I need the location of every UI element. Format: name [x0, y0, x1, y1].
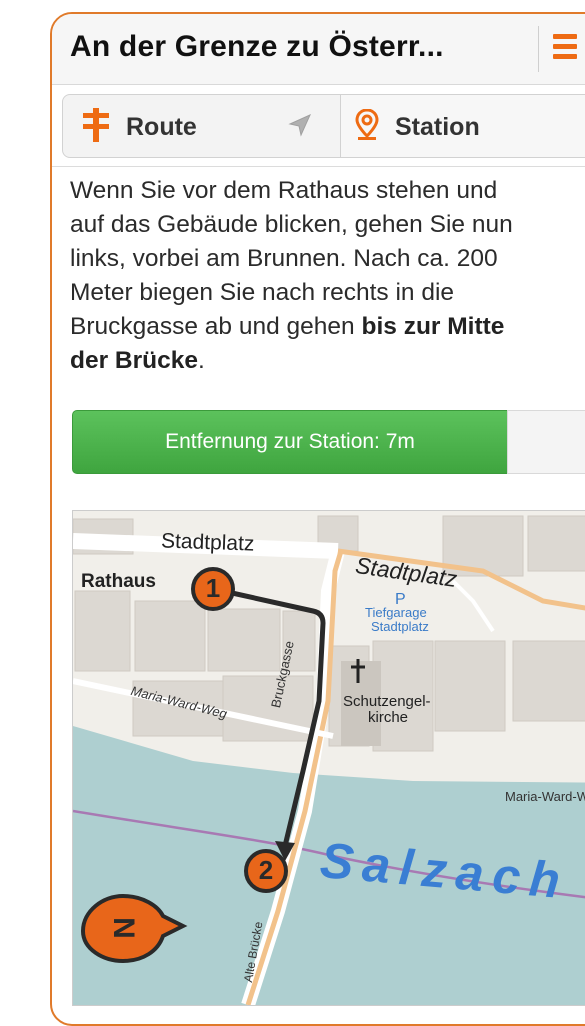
- start-marker-label: 1: [205, 573, 221, 603]
- map-label-tiefgarage: Tiefgarage: [365, 605, 427, 620]
- description-text: Bruckgasse ab und gehen: [70, 313, 362, 340]
- description-line: Bruckgasse ab und gehen bis zur Mitte: [70, 310, 585, 344]
- description-line: der Brücke.: [70, 344, 585, 378]
- distance-indicator-track: [507, 410, 585, 474]
- tab-station-label: Station: [395, 113, 480, 141]
- description-line: Meter biegen Sie nach rechts in die: [70, 279, 455, 306]
- divider: [52, 166, 585, 167]
- location-pin-icon: [355, 109, 379, 140]
- station-description: Wenn Sie vor dem Rathaus stehen und auf …: [70, 174, 585, 378]
- compass-label: N: [107, 917, 140, 939]
- description-line: links, vorbei am Brunnen. Nach ca. 200: [70, 245, 498, 272]
- description-line: auf das Gebäude blicken, gehen Sie nun: [70, 211, 513, 238]
- end-marker-label: 2: [258, 855, 274, 885]
- title-bar: An der Grenze zu Österr...: [52, 14, 585, 85]
- menu-icon-bar: [553, 44, 577, 49]
- menu-icon[interactable]: [538, 26, 583, 72]
- map-label-tiefgarage: Stadtplatz: [371, 619, 429, 634]
- tab-route[interactable]: Route: [62, 94, 341, 158]
- map-label-rathaus: Rathaus: [81, 571, 156, 592]
- tab-station[interactable]: Station: [340, 94, 585, 158]
- description-emphasis: bis zur Mitte: [361, 313, 505, 340]
- map-label-stadtplatz: Stadtplatz: [160, 529, 255, 556]
- tab-route-label: Route: [126, 113, 197, 141]
- app-frame: An der Grenze zu Österr... Route Station…: [50, 12, 585, 1026]
- page-title: An der Grenze zu Österr...: [70, 30, 444, 63]
- route-map[interactable]: Stadtplatz Stadtplatz Rathaus P Tiefgara…: [72, 510, 585, 1006]
- menu-icon-bar: [553, 34, 577, 39]
- description-emphasis: der Brücke: [70, 347, 199, 374]
- map-label-maria-ward-weg: Maria-Ward-W: [505, 789, 585, 804]
- menu-icon-bar: [553, 54, 577, 59]
- signpost-icon: [83, 108, 109, 142]
- mode-tabs: Route Station: [62, 94, 585, 158]
- navigation-arrow-icon: [288, 114, 311, 137]
- map-label-schutzengelkirche: Schutzengel-: [343, 693, 431, 710]
- description-line: Wenn Sie vor dem Rathaus stehen und: [70, 177, 498, 204]
- map-label-schutzengelkirche: kirche: [368, 709, 409, 726]
- description-text: .: [198, 347, 205, 374]
- distance-indicator: Entfernung zur Station: 7m: [72, 410, 508, 474]
